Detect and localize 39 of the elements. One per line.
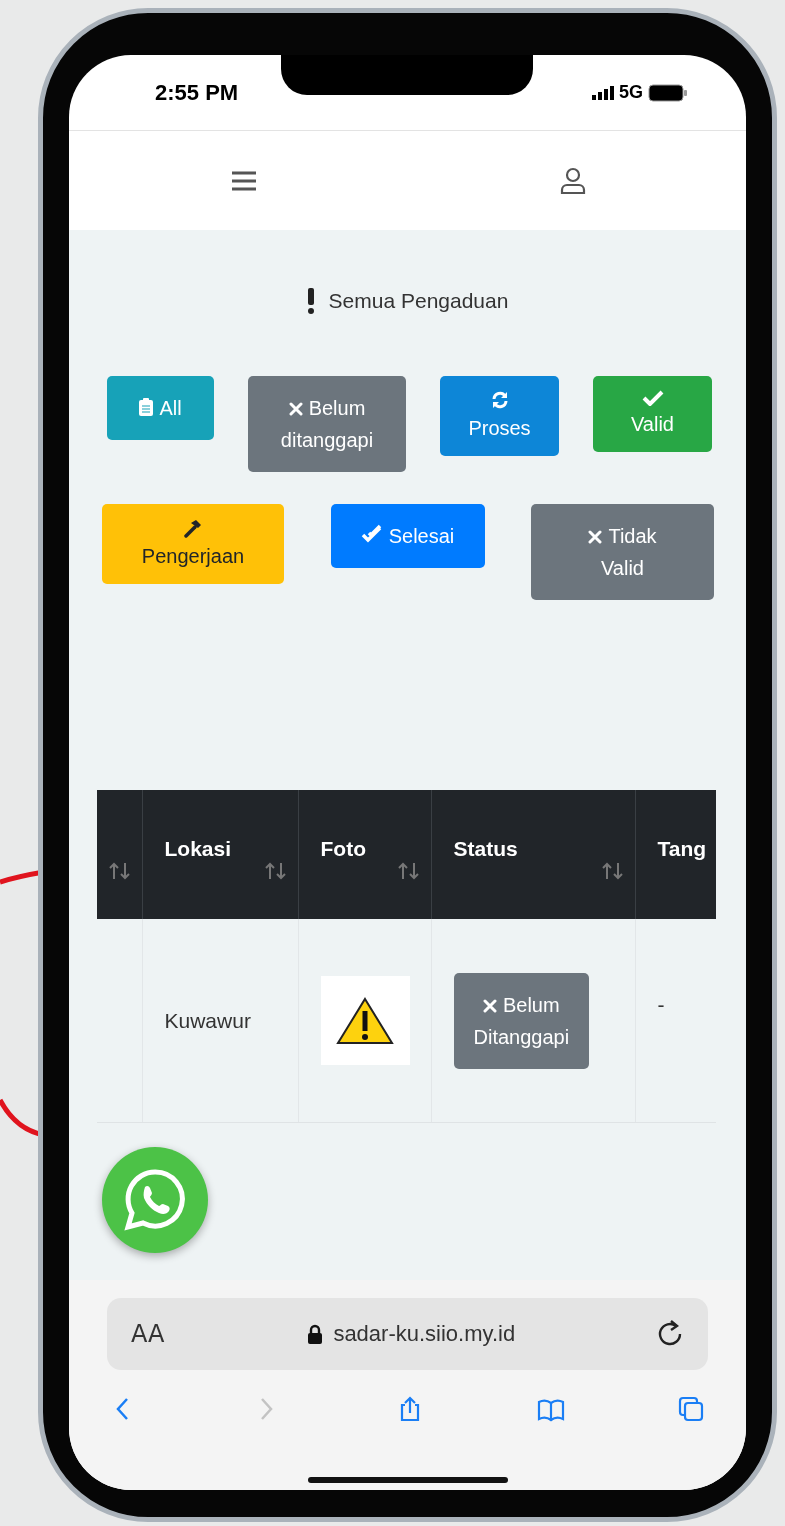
column-header[interactable]: Status: [453, 836, 518, 860]
clipboard-icon: [139, 398, 154, 416]
check-icon: [641, 390, 664, 406]
whatsapp-button[interactable]: [102, 1147, 208, 1253]
sort-icon[interactable]: [263, 862, 288, 880]
status-time: 2:55 PM: [155, 79, 239, 106]
reload-icon[interactable]: [658, 1320, 684, 1348]
signal-icon: [592, 85, 614, 100]
network-label: 5G: [619, 82, 643, 103]
column-header[interactable]: Lokasi: [164, 836, 232, 860]
address-bar[interactable]: AA sadar-ku.siio.my.id: [107, 1298, 708, 1370]
tabs-icon[interactable]: [678, 1396, 706, 1423]
close-icon: [288, 402, 303, 416]
page-title: Semua Pengaduan: [328, 289, 509, 313]
whatsapp-icon: [122, 1167, 188, 1233]
user-icon[interactable]: [560, 166, 586, 195]
filter-button[interactable]: Tidak Valid: [531, 504, 714, 600]
exclamation-icon: [306, 288, 315, 314]
status-badge: Belum Ditanggapi: [453, 972, 590, 1069]
filter-button[interactable]: Proses: [440, 376, 559, 456]
table-cell: Kuwawur: [142, 919, 298, 1123]
column-header[interactable]: Tang: [657, 836, 707, 860]
table-cell: -: [657, 992, 665, 1016]
filter-button[interactable]: Selesai: [330, 504, 485, 568]
close-icon: [482, 998, 497, 1013]
text-size-button[interactable]: AA: [131, 1320, 165, 1348]
hammer-icon: [183, 518, 203, 538]
menu-icon[interactable]: [231, 169, 257, 192]
url-text: sadar-ku.siio.my.id: [333, 1321, 516, 1347]
sort-icon[interactable]: [600, 862, 625, 880]
column-header[interactable]: Foto: [320, 836, 366, 860]
battery-icon: [648, 83, 688, 102]
sort-icon[interactable]: [107, 862, 132, 880]
filter-button[interactable]: Pengerjaan: [102, 504, 284, 584]
double-check-icon: [360, 524, 383, 544]
close-icon: [588, 530, 603, 544]
sort-icon[interactable]: [396, 862, 421, 880]
filter-button[interactable]: Belum ditanggapi: [248, 376, 406, 472]
lock-icon: [307, 1324, 324, 1344]
